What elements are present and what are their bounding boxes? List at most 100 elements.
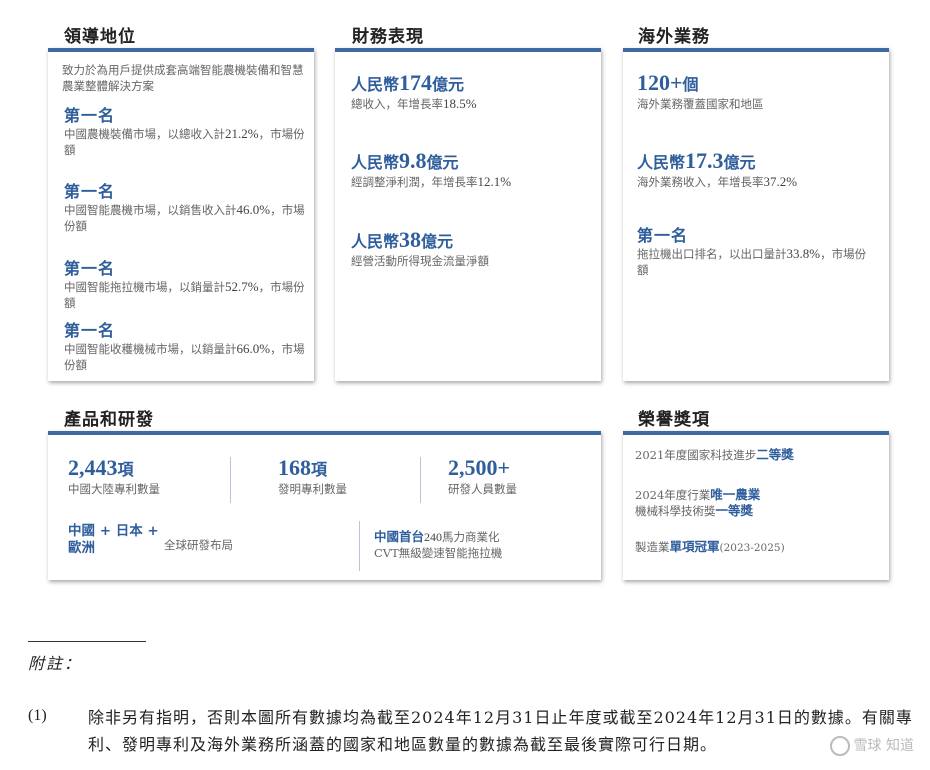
rank-label: 第一名 [64, 259, 116, 278]
leadership-card: 致力於為用戶提供成套高端智能農機裝備和智慧農業整體解決方案 第一名 中國農機裝備… [48, 48, 314, 381]
finance-desc: 經營活動所得現金流量淨額 [351, 254, 489, 268]
overseas-card: 120+個 海外業務覆蓋國家和地區 人民幣17.3億元 海外業務收入，年增長率3… [623, 48, 889, 381]
overseas-desc: 海外業務收入，年增長率 [637, 175, 764, 189]
rank-value: 52.7% [225, 279, 259, 294]
finance-desc: 經調整淨利潤，年增長率 [351, 175, 478, 189]
rnd-stat: 2,500+ 研發人員數量 [448, 455, 517, 497]
footnote-number: (1) [28, 707, 47, 724]
rnd-layout-line2: 歐洲 [68, 540, 95, 556]
unit-suffix: 項 [311, 460, 328, 479]
rank-desc: 中國智能農機市場，以銷售收入計 [64, 203, 237, 217]
rank-item: 第一名 中國農機裝備市場，以總收入計21.2%，市場份額 [64, 102, 309, 158]
rank-label: 第一名 [64, 106, 116, 125]
award-highlight: 單項冠軍 [669, 539, 720, 554]
unit-suffix: 個 [682, 75, 699, 94]
rnd-desc: 研發人員數量 [448, 482, 517, 496]
rank-desc: 中國智能拖拉機市場，以銷量計 [64, 280, 225, 294]
finance-card: 人民幣174億元 總收入，年增長率18.5% 人民幣9.8億元 經調整淨利潤，年… [335, 48, 601, 381]
rank-desc: 拖拉機出口排名，以出口量計 [637, 247, 787, 261]
unit-suffix: 億元 [421, 232, 454, 251]
unit-suffix: 億元 [723, 153, 756, 172]
rank-item: 第一名 中國智能農機市場，以銷售收入計46.0%，市場份額 [64, 178, 309, 234]
rnd-layout-desc: 全球研發布局 [164, 538, 233, 552]
rnd-first-highlight: 中國首台 [374, 529, 425, 544]
finance-item: 人民幣174億元 總收入，年增長率18.5% [351, 70, 477, 112]
rnd-card: 2,443項 中國大陸專利數量 168項 發明專利數量 2,500+ 研發人員數… [48, 431, 601, 580]
awards-card: 2021年度國家科技進步二等獎 2024年度行業唯一農業 機械科學技術獎一等獎 … [623, 431, 889, 580]
overseas-desc: 海外業務覆蓋國家和地區 [637, 97, 764, 111]
award-desc: 機械科學技術獎 [635, 504, 716, 518]
rnd-desc: 中國大陸專利數量 [68, 482, 160, 496]
award-desc: 2021年度國家科技進步 [635, 448, 757, 462]
rnd-first-desc: 馬力商業化 [442, 530, 500, 544]
footnote-text: 除非另有指明，否則本圖所有數據均為截至2024年12月31日止年度或截至2024… [88, 708, 913, 754]
rank-value: 46.0% [236, 202, 271, 217]
rnd-title: 產品和研發 [64, 410, 154, 430]
unit-suffix: 項 [117, 460, 134, 479]
finance-desc: 總收入，年增長率 [351, 97, 443, 111]
notes-title: 附註： [28, 654, 83, 673]
rnd-first: 中國首台240馬力商業化 CVT無級變速智能拖拉機 [374, 529, 502, 561]
award-desc: 製造業 [635, 540, 670, 554]
rnd-layout-line1: 中國 + 日本 + [68, 523, 159, 539]
rank-label: 第一名 [64, 182, 116, 201]
rank-desc: 中國智能收穫機械市場，以銷量計 [64, 342, 237, 356]
leadership-intro: 致力於為用戶提供成套高端智能農機裝備和智慧農業整體解決方案 [62, 63, 304, 93]
rank-desc: 中國農機裝備市場，以總收入計 [64, 127, 225, 141]
divider [420, 457, 421, 503]
overseas-value: 17.3 [685, 148, 724, 173]
divider [230, 457, 231, 503]
rnd-layout: 中國 + 日本 + 歐洲 [68, 523, 159, 557]
watermark: 雪球 知道 [829, 735, 914, 756]
award-item: 2021年度國家科技進步二等獎 [635, 447, 794, 463]
rank-label: 第一名 [637, 226, 689, 245]
overseas-item: 人民幣17.3億元 海外業務收入，年增長率37.2% [637, 148, 797, 190]
finance-value: 38 [399, 227, 422, 252]
watermark-text: 雪球 知道 [853, 738, 914, 754]
currency-prefix: 人民幣 [351, 232, 400, 251]
rnd-value: 2,500+ [448, 455, 511, 480]
growth-rate: 37.2% [763, 174, 798, 189]
rank-value: 66.0% [236, 341, 271, 356]
finance-item: 人民幣9.8億元 經調整淨利潤，年增長率12.1% [351, 148, 511, 190]
rank-label: 第一名 [64, 321, 116, 340]
rank-value: 33.8% [786, 246, 821, 261]
overseas-value: 120+ [637, 70, 683, 95]
notes-rule [28, 641, 146, 642]
award-highlight: 二等獎 [756, 447, 794, 462]
finance-value: 174 [399, 70, 433, 95]
finance-title: 財務表現 [352, 27, 424, 47]
rnd-value: 2,443 [68, 455, 118, 480]
divider [359, 521, 360, 571]
awards-title: 榮譽獎項 [638, 410, 710, 430]
rnd-value: 168 [278, 455, 311, 480]
rnd-first-line2: CVT無級變速智能拖拉機 [374, 546, 503, 560]
finance-item: 人民幣38億元 經營活動所得現金流量淨額 [351, 227, 489, 269]
growth-rate: 18.5% [443, 96, 477, 111]
horsepower-value: 240 [424, 530, 443, 544]
finance-value: 9.8 [399, 148, 427, 173]
currency-prefix: 人民幣 [351, 153, 400, 172]
award-period: (2023-2025) [719, 542, 785, 554]
rnd-desc: 發明專利數量 [278, 482, 347, 496]
rank-item: 第一名 中國智能收穫機械市場，以銷量計66.0%，市場份額 [64, 317, 309, 373]
rnd-stat: 2,443項 中國大陸專利數量 [68, 455, 160, 497]
rank-value: 21.2% [225, 126, 259, 141]
snowball-logo-icon [829, 736, 850, 756]
overseas-rank-item: 第一名 拖拉機出口排名，以出口量計33.8%，市場份額 [637, 222, 877, 278]
award-highlight: 一等獎 [715, 503, 754, 518]
rnd-stat: 168項 發明專利數量 [278, 455, 347, 497]
growth-rate: 12.1% [477, 174, 512, 189]
unit-suffix: 億元 [432, 75, 465, 94]
leadership-title: 領導地位 [64, 27, 136, 47]
overseas-item: 120+個 海外業務覆蓋國家和地區 [637, 70, 764, 112]
rank-item: 第一名 中國智能拖拉機市場，以銷量計52.7%，市場份額 [64, 255, 309, 311]
currency-prefix: 人民幣 [351, 75, 400, 94]
award-highlight: 唯一農業 [710, 487, 761, 502]
award-item: 製造業單項冠軍(2023-2025) [635, 539, 785, 556]
unit-suffix: 億元 [426, 153, 459, 172]
award-desc: 2024年度行業 [635, 488, 711, 502]
overseas-title: 海外業務 [638, 27, 710, 47]
award-item: 2024年度行業唯一農業 機械科學技術獎一等獎 [635, 487, 760, 519]
currency-prefix: 人民幣 [637, 153, 686, 172]
